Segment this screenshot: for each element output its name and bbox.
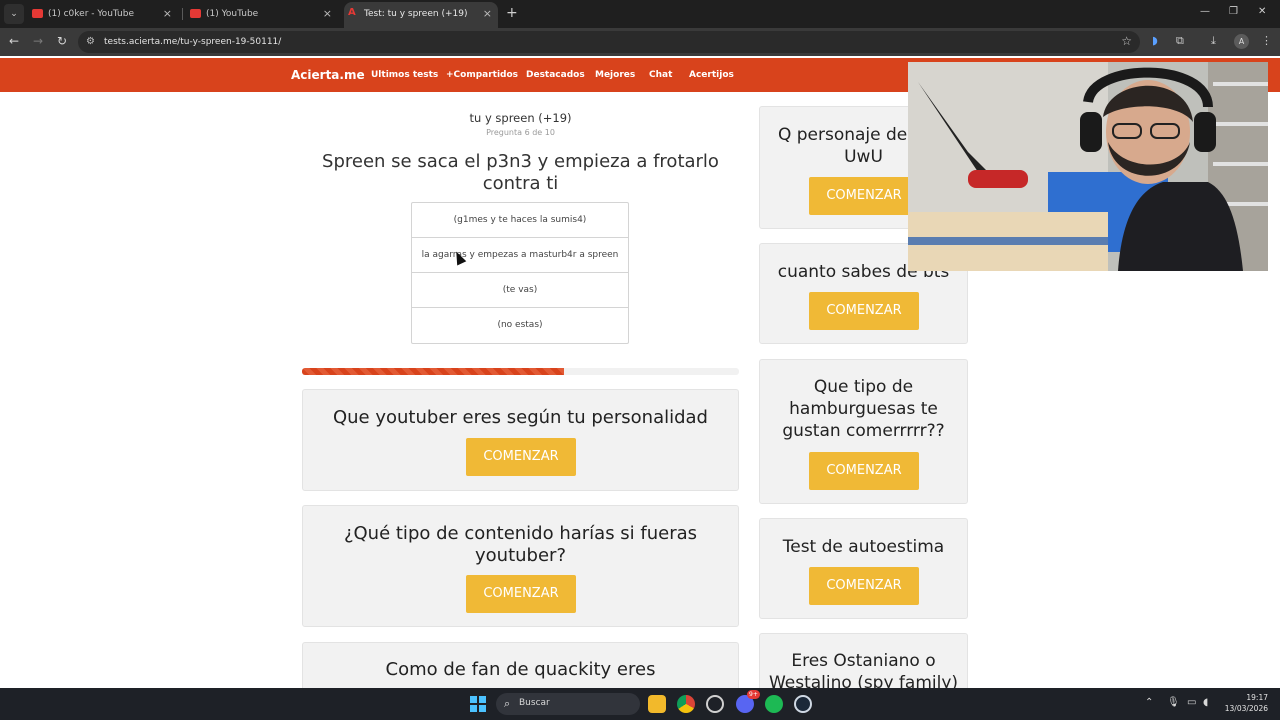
back-arrow-icon[interactable]: ← (9, 34, 19, 48)
answer-option[interactable]: la agarras y empezas a masturb4r a spree… (412, 238, 628, 273)
tab-label: Test: tu y spreen (+19) (364, 9, 468, 19)
spotify-icon[interactable] (765, 695, 783, 713)
nav-destacados[interactable]: Destacados (526, 70, 585, 80)
youtube-icon (32, 9, 43, 18)
file-explorer-icon[interactable] (648, 695, 666, 713)
comenzar-button[interactable]: COMENZAR (809, 292, 919, 330)
card-title[interactable]: Que youtuber eres según tu personalidad (303, 407, 738, 429)
discord-icon[interactable]: 9+ (736, 690, 760, 713)
taskbar-search-label: Buscar (519, 698, 550, 708)
comenzar-button[interactable]: COMENZAR (809, 452, 919, 490)
comenzar-button[interactable]: COMENZAR (466, 438, 576, 476)
card-title[interactable]: Como de fan de quackity eres (303, 659, 738, 681)
volume-icon[interactable]: ◖ (1203, 697, 1208, 708)
download-icon[interactable]: ⤓ (1211, 34, 1216, 48)
search-icon: ⌕ (504, 697, 511, 710)
test-card[interactable]: Que youtuber eres según tu personalidad … (302, 389, 739, 491)
window-close-icon[interactable]: ✕ (1258, 6, 1266, 17)
tray-chevron-icon[interactable]: ⌃ (1145, 697, 1153, 708)
windows-taskbar: ⌕ Buscar 9+ ⌃ 🎙 ▭ ◖ 19:17 13/03/2026 (0, 688, 1280, 720)
taskbar-search[interactable]: ⌕ Buscar (496, 693, 640, 715)
bookmark-star-icon[interactable]: ☆ (1121, 34, 1132, 48)
steam-icon[interactable] (794, 695, 812, 713)
network-icon[interactable]: ▭ (1187, 697, 1196, 708)
test-card[interactable]: ¿Qué tipo de contenido harías si fueras … (302, 505, 739, 627)
chrome-icon[interactable] (677, 695, 695, 713)
extensions-icon[interactable]: ⧉ (1176, 34, 1184, 48)
tab-separator (182, 8, 183, 20)
taskbar-clock[interactable]: 19:17 13/03/2026 (1225, 692, 1268, 714)
minimize-icon[interactable]: — (1200, 6, 1210, 17)
tab-test-active[interactable]: A Test: tu y spreen (+19) × (344, 2, 498, 28)
tab-label: (1) YouTube (206, 9, 259, 19)
tab-youtube[interactable]: (1) YouTube × (186, 2, 338, 28)
read-aloud-icon[interactable]: ◗ (1152, 34, 1158, 47)
reload-icon[interactable]: ↻ (57, 34, 67, 48)
quiz-progress-bar (302, 368, 739, 375)
card-title[interactable]: ¿Qué tipo de contenido harías si fueras … (303, 523, 738, 567)
comenzar-button[interactable]: COMENZAR (809, 177, 919, 215)
comenzar-button[interactable]: COMENZAR (466, 575, 576, 613)
nav-ultimos-tests[interactable]: Ultimos tests (371, 70, 438, 80)
card-title[interactable]: Que tipo de hamburguesas te gustan comer… (760, 376, 967, 442)
answer-option[interactable]: (te vas) (412, 273, 628, 308)
new-tab-plus-icon[interactable]: + (506, 4, 518, 22)
browser-toolbar: ← → ↻ ⚙ tests.acierta.me/tu-y-spreen-19-… (0, 28, 1280, 56)
discord-badge: 9+ (747, 690, 760, 699)
close-icon[interactable]: × (483, 2, 492, 26)
tab-label: (1) c0ker - YouTube (48, 9, 134, 19)
clock-time: 19:17 (1246, 693, 1268, 702)
side-test-card[interactable]: Que tipo de hamburguesas te gustan comer… (759, 359, 968, 504)
site-settings-icon[interactable]: ⚙ (86, 36, 95, 47)
answer-option[interactable]: (no estas) (412, 308, 628, 343)
answer-list: (g1mes y te haces la sumis4) la agarras … (411, 202, 629, 344)
youtube-icon (190, 9, 201, 18)
url-text[interactable]: tests.acierta.me/tu-y-spreen-19-50111/ (104, 35, 281, 49)
profile-avatar[interactable]: A (1234, 34, 1249, 49)
question-text: Spreen se saca el p3n3 y empieza a frota… (322, 151, 719, 194)
card-title[interactable]: Test de autoestima (760, 536, 967, 558)
nav-mejores[interactable]: Mejores (595, 70, 635, 80)
opera-gx-icon[interactable] (706, 695, 724, 713)
forward-arrow-icon[interactable]: → (33, 34, 43, 48)
close-icon[interactable]: × (323, 2, 332, 26)
nav-compartidos[interactable]: +Compartidos (446, 70, 518, 80)
tab-search-icon[interactable]: ⌄ (4, 4, 24, 24)
tab-youtube-c0ker[interactable]: (1) c0ker - YouTube × (28, 2, 178, 28)
more-menu-icon[interactable]: ⋮ (1261, 34, 1272, 47)
webcam-overlay (908, 62, 1268, 271)
side-test-card[interactable]: Test de autoestima COMENZAR (759, 518, 968, 619)
restore-icon[interactable]: ❐ (1229, 6, 1238, 17)
nav-acertijos[interactable]: Acertijos (689, 70, 734, 80)
quiz-progress-fill (302, 368, 565, 375)
address-bar[interactable]: ⚙ tests.acierta.me/tu-y-spreen-19-50111/… (78, 31, 1140, 53)
site-logo[interactable]: Acierta.me (291, 68, 365, 82)
answer-option[interactable]: (g1mes y te haces la sumis4) (412, 203, 628, 238)
question-counter: Pregunta 6 de 10 (486, 128, 555, 137)
quiz-title: tu y spreen (+19) (469, 111, 572, 125)
browser-tab-strip: ⌄ (1) c0ker - YouTube × (1) YouTube × A … (0, 0, 1280, 28)
clock-date: 13/03/2026 (1224, 704, 1268, 713)
comenzar-button[interactable]: COMENZAR (809, 567, 919, 605)
close-icon[interactable]: × (163, 2, 172, 26)
microphone-icon[interactable]: 🎙 (1167, 697, 1180, 708)
webcam-feed-image (908, 62, 1268, 271)
start-windows-icon[interactable] (470, 696, 486, 712)
nav-chat[interactable]: Chat (649, 70, 672, 80)
acierta-favicon-icon: A (348, 7, 356, 18)
